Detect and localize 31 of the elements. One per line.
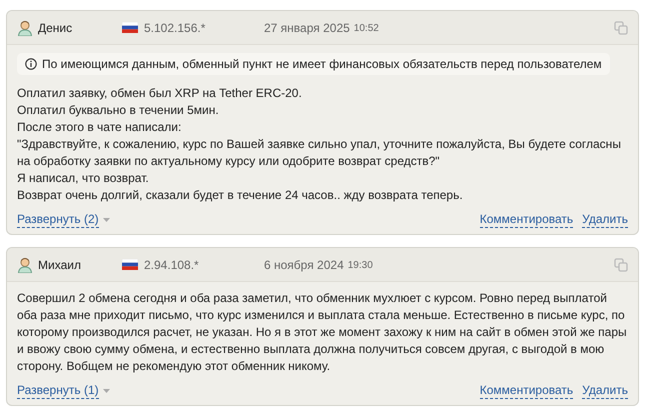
notice-text: По имеющимся данным, обменный пункт не имеет финансовых обязательств перед пользователем (42, 57, 602, 71)
review-time: 19:30 (348, 260, 373, 271)
review-text: Я написал, что возврат. (17, 170, 150, 187)
action-link[interactable]: Комментировать (480, 383, 574, 399)
author-name: Денис (38, 20, 74, 34)
expand-link[interactable]: Развернуть (2) (17, 212, 99, 228)
review-text: Возврат очень долгий, сказали будет в течение 24 часов.. жду возврата теперь. (17, 187, 464, 204)
user-icon (17, 256, 33, 272)
review-text: "Здравствуйте, к сожалению, курс по Вашей заявке сильно упал, уточните пожалуйста, Вы будете согласны на обработку заявки по актуальному курсу или одобрите возврат средств?" (17, 136, 622, 170)
caret-icon (102, 388, 110, 394)
caret-icon (102, 218, 110, 222)
review-text: Оплатил буквально в течении 5мин. (17, 102, 220, 119)
copy-icon[interactable] (614, 258, 628, 272)
review-date: 27 января 2025 (264, 20, 350, 34)
review-date: 6 ноября 2024 (264, 258, 344, 272)
user-icon (17, 20, 33, 36)
flag-icon (122, 259, 138, 270)
ip-address: 5.102.156.* (144, 20, 206, 34)
copy-icon[interactable] (614, 20, 628, 34)
action-link[interactable]: Комментировать (480, 212, 574, 228)
action-link[interactable]: Удалить (582, 212, 628, 228)
ip-address: 2.94.108.* (144, 258, 200, 272)
flag-icon (122, 22, 138, 33)
action-link[interactable]: Удалить (582, 383, 628, 399)
expand-link[interactable]: Развернуть (1) (17, 383, 99, 399)
review-text: После этого в чате написали: (17, 119, 182, 136)
info-icon (25, 58, 37, 70)
review-text: Оплатил заявку, обмен был XRP на Tether ERC-20. (17, 85, 303, 102)
review-time: 10:52 (354, 23, 379, 34)
review-text: Совершил 2 обмена сегодня и оба раза заметил, что обменник мухлюет с курсом. Ровно перед выплатой оба раза мне приходит письмо, что курс изменился и выплата стала меньше. Естественно в письме курс, по которому производился расчет, не указан. Но я в этот же момент захожу к ним на сайт в обмен этой же пары и ввожу свою сумму обмена, и естественно выплата должна получиться совсем другая, с выгодой в мою сторону. Вобщем не рекомендую этот обменник никому. (17, 290, 628, 375)
author-name: Михаил (38, 258, 82, 272)
